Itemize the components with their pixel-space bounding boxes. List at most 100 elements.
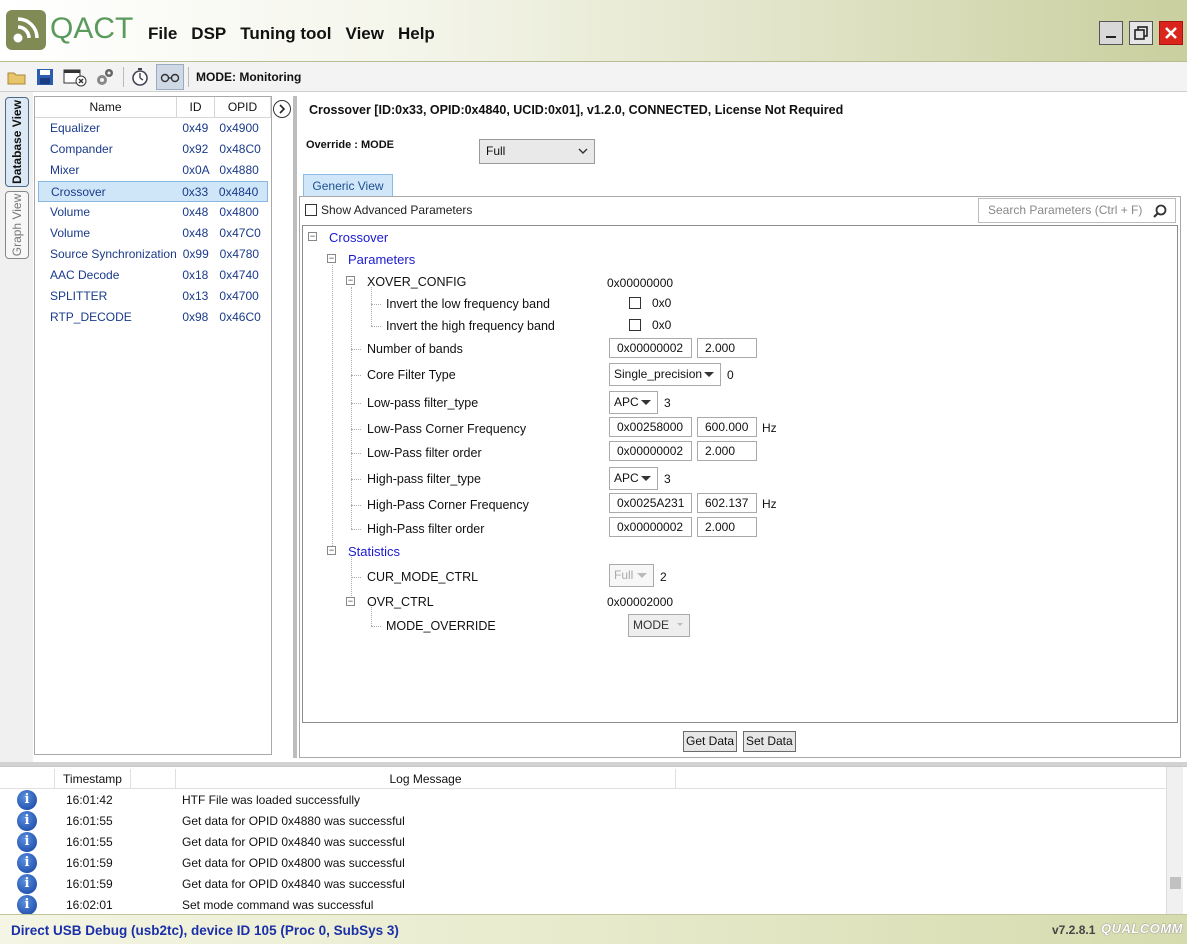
restore-button[interactable]: [1129, 21, 1153, 45]
module-row[interactable]: Volume 0x48 0x4800: [38, 202, 268, 223]
menu-help[interactable]: Help: [398, 24, 435, 44]
num-bands-value-input[interactable]: 2.000: [697, 338, 757, 358]
tree-guide: [351, 453, 361, 454]
monitor-toggle-button[interactable]: [156, 64, 184, 90]
close-file-icon[interactable]: [63, 67, 87, 87]
module-row[interactable]: Mixer 0x0A 0x4880: [38, 160, 268, 181]
menu-dsp[interactable]: DSP: [191, 24, 226, 44]
override-label: Override : MODE: [306, 139, 395, 151]
log-row[interactable]: i 16:02:01 Set mode command was successful: [0, 894, 1166, 915]
core-filter-label: Core Filter Type: [367, 368, 456, 382]
column-timestamp[interactable]: Timestamp: [55, 769, 131, 789]
module-opid: 0x48C0: [219, 142, 261, 156]
module-row[interactable]: RTP_DECODE 0x98 0x46C0: [38, 307, 268, 328]
menu-view[interactable]: View: [346, 24, 384, 44]
lp-freq-unit: Hz: [762, 421, 777, 435]
log-row[interactable]: i 16:01:42 HTF File was loaded successfull…: [0, 789, 1166, 810]
lp-order-value-input[interactable]: 2.000: [697, 441, 757, 461]
module-opid: 0x46C0: [219, 310, 261, 324]
module-opid: 0x4740: [219, 268, 259, 282]
ovr-ctrl-value: 0x00002000: [607, 595, 674, 609]
column-id[interactable]: ID: [177, 97, 215, 117]
num-bands-label: Number of bands: [367, 342, 463, 356]
column-opid[interactable]: OPID: [215, 97, 271, 117]
chevron-down-icon: [578, 148, 588, 154]
hp-order-label: High-Pass filter order: [367, 522, 485, 536]
log-scrollbar[interactable]: [1166, 767, 1183, 915]
invert-high-label: Invert the high frequency band: [386, 319, 555, 333]
column-icon: [0, 769, 55, 789]
lp-freq-value-input[interactable]: 600.000: [697, 417, 757, 437]
qualcomm-logo: QUALCOMM: [1101, 921, 1183, 936]
module-opid: 0x47C0: [219, 226, 261, 240]
column-message[interactable]: Log Message: [176, 769, 676, 789]
collapse-panel-button[interactable]: [273, 100, 291, 118]
search-icon: [1153, 204, 1167, 218]
module-row[interactable]: Compander 0x92 0x48C0: [38, 139, 268, 160]
collapse-toggle[interactable]: −: [327, 546, 336, 555]
minimize-button[interactable]: [1099, 21, 1123, 45]
collapse-toggle[interactable]: −: [308, 232, 317, 241]
mode-override-select[interactable]: MODE: [628, 614, 690, 637]
connection-status: Direct USB Debug (usb2tc), device ID 105…: [11, 923, 399, 938]
tree-node-crossover[interactable]: Crossover: [329, 230, 388, 245]
hp-type-select[interactable]: APC: [609, 467, 658, 490]
log-row[interactable]: i 16:01:55 Get data for OPID 0x4840 was su…: [0, 831, 1166, 852]
info-icon: i: [17, 832, 37, 852]
module-row[interactable]: Source Synchronization 0x99 0x4780: [38, 244, 268, 265]
module-row[interactable]: AAC Decode 0x18 0x4740: [38, 265, 268, 286]
tab-database-view[interactable]: Database View: [5, 97, 29, 187]
tree-node-parameters[interactable]: Parameters: [348, 252, 415, 267]
collapse-toggle[interactable]: −: [327, 254, 336, 263]
search-parameters-input[interactable]: Search Parameters (Ctrl + F): [978, 198, 1176, 223]
module-row[interactable]: Equalizer 0x49 0x4900: [38, 118, 268, 139]
tree-node-statistics[interactable]: Statistics: [348, 544, 400, 559]
mode-label: MODE: Monitoring: [196, 70, 302, 84]
toolbar: MODE: Monitoring: [0, 62, 1187, 92]
lp-freq-hex-input[interactable]: 0x00258000: [609, 417, 692, 437]
column-name[interactable]: Name: [35, 97, 177, 117]
override-mode-select[interactable]: Full: [479, 139, 595, 164]
invert-low-checkbox[interactable]: [629, 297, 641, 309]
hp-freq-hex-input[interactable]: 0x0025A231: [609, 493, 692, 513]
settings-gears-icon[interactable]: [95, 67, 115, 87]
tree-guide: [371, 326, 381, 327]
collapse-toggle[interactable]: −: [346, 276, 355, 285]
lp-type-select[interactable]: APC: [609, 391, 658, 414]
collapse-toggle[interactable]: −: [346, 597, 355, 606]
log-row[interactable]: i 16:01:59 Get data for OPID 0x4800 was su…: [0, 852, 1166, 873]
module-opid: 0x4700: [219, 289, 259, 303]
invert-high-value: 0x0: [652, 318, 672, 332]
log-row[interactable]: i 16:01:59 Get data for OPID 0x4840 was su…: [0, 873, 1166, 894]
pane-splitter[interactable]: [293, 96, 297, 758]
hp-order-hex-input[interactable]: 0x00000002: [609, 517, 692, 537]
get-data-button[interactable]: Get Data: [683, 731, 738, 752]
set-data-button[interactable]: Set Data: [743, 731, 796, 752]
tab-graph-view[interactable]: Graph View: [5, 191, 29, 259]
close-button[interactable]: [1159, 21, 1183, 45]
open-folder-icon[interactable]: [7, 67, 27, 87]
menu-file[interactable]: File: [148, 24, 177, 44]
module-id: 0x0A: [182, 163, 210, 177]
lp-order-label: Low-Pass filter order: [367, 446, 482, 460]
tab-generic-view[interactable]: Generic View: [303, 174, 393, 196]
log-row[interactable]: i 16:01:55 Get data for OPID 0x4880 was su…: [0, 810, 1166, 831]
module-row[interactable]: Volume 0x48 0x47C0: [38, 223, 268, 244]
show-advanced-checkbox[interactable]: [305, 204, 317, 216]
hp-freq-value-input[interactable]: 602.137: [697, 493, 757, 513]
hp-order-value-input[interactable]: 2.000: [697, 517, 757, 537]
scrollbar-thumb[interactable]: [1170, 877, 1181, 889]
lp-order-hex-input[interactable]: 0x00000002: [609, 441, 692, 461]
invert-high-checkbox[interactable]: [629, 319, 641, 331]
menu-tuning-tool[interactable]: Tuning tool: [240, 24, 331, 44]
show-advanced-label: Show Advanced Parameters: [321, 203, 473, 217]
core-filter-select[interactable]: Single_precision: [609, 363, 721, 386]
log-timestamp: 16:01:59: [66, 877, 113, 891]
module-name: Volume: [50, 205, 91, 219]
dropdown-arrow-icon: [637, 573, 647, 578]
module-row[interactable]: Crossover 0x33 0x4840: [38, 181, 268, 202]
module-row[interactable]: SPLITTER 0x13 0x4700: [38, 286, 268, 307]
num-bands-hex-input[interactable]: 0x00000002: [609, 338, 692, 358]
save-icon[interactable]: [35, 67, 55, 87]
timer-icon[interactable]: [130, 67, 150, 87]
